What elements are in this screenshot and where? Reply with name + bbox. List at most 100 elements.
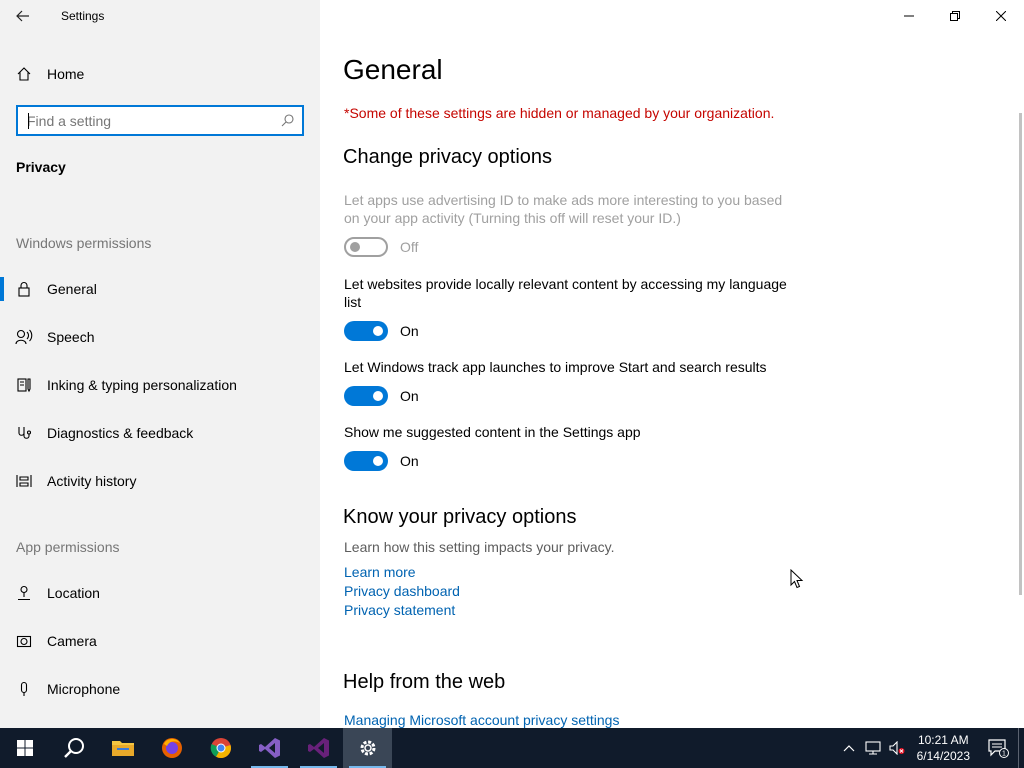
sidebar-item-camera[interactable]: Camera [0,621,320,661]
settings-taskbar-button[interactable] [343,728,392,768]
language-list-toggle[interactable] [344,321,388,341]
sidebar-item-label: Diagnostics & feedback [47,425,194,441]
sidebar-item-speech[interactable]: Speech [0,317,320,357]
minimize-button[interactable] [886,0,932,32]
back-button[interactable] [0,0,46,32]
text-caret [28,113,29,129]
advertising-id-description: Let apps use advertising ID to make ads … [344,192,783,226]
microphone-icon [0,681,47,697]
clock-time: 10:21 AM [917,733,969,747]
volume-button[interactable] [885,728,909,768]
group-label-app-permissions: App permissions [16,539,120,555]
action-center-icon: 1 [988,739,1009,758]
network-icon [865,741,881,755]
location-icon [0,585,47,601]
sidebar-item-label: Inking & typing personalization [47,377,237,393]
page-title: General [343,54,443,85]
speech-icon [0,329,47,345]
advertising-id-toggle-row: Off [344,237,418,257]
advertising-id-toggle [344,237,388,257]
toggle-state-label: On [400,388,419,404]
firefox-button[interactable] [147,728,196,768]
toggle-state-label: Off [400,239,419,255]
inking-icon [0,377,47,393]
chevron-up-icon [843,745,855,752]
suggested-content-toggle[interactable] [344,451,388,471]
privacy-dashboard-link[interactable]: Privacy dashboard [344,583,460,599]
know-privacy-description: Learn how this setting impacts your priv… [344,539,615,555]
sidebar-item-microphone[interactable]: Microphone [0,669,320,709]
app-launches-toggle-row: On [344,386,419,406]
back-arrow-icon [16,10,29,22]
camera-icon [0,633,47,649]
clock-date: 6/14/2023 [916,749,970,763]
minimize-icon [904,15,914,17]
diagnostics-icon [0,425,47,441]
sidebar-item-label: General [47,281,97,297]
search-box[interactable] [16,105,304,136]
firefox-icon [161,738,182,758]
clock[interactable]: 10:21 AM 6/14/2023 [909,732,978,764]
sidebar-item-label: Location [47,585,100,601]
sidebar-item-general[interactable]: General [0,269,320,309]
lock-icon [0,281,47,297]
show-desktop-button[interactable] [1018,728,1024,768]
managing-privacy-link[interactable]: Managing Microsoft account privacy setti… [344,712,619,728]
network-button[interactable] [861,728,885,768]
start-icon [16,740,33,756]
visual-studio-2-icon [307,738,329,758]
change-privacy-heading: Change privacy options [343,146,553,168]
start-button[interactable] [0,728,49,768]
notification-count: 1 [1002,751,1006,758]
search-input[interactable] [27,112,281,129]
file-explorer-button[interactable] [98,728,147,768]
taskbar-search-button[interactable] [49,728,98,768]
visual-studio-2-button[interactable] [294,728,343,768]
selection-indicator [0,277,4,301]
taskbar: 10:21 AM 6/14/2023 1 [0,728,1024,768]
managed-notice: *Some of these settings are hidden or ma… [344,105,775,121]
sidebar-item-location[interactable]: Location [0,573,320,613]
suggested-content-description: Show me suggested content in the Setting… [344,424,641,440]
restore-button[interactable] [932,0,978,32]
learn-more-link[interactable]: Learn more [344,564,416,580]
show-hidden-icons-button[interactable] [837,728,861,768]
sidebar-item-label: Activity history [47,473,137,489]
chrome-button[interactable] [196,728,245,768]
app-launches-toggle[interactable] [344,386,388,406]
sidebar: Settings Home Privacy Windows permission… [0,0,320,728]
sidebar-item-label: Microphone [47,681,121,697]
restore-icon [950,11,960,21]
app-title: Settings [61,9,105,23]
app-launches-description: Let Windows track app launches to improv… [344,359,767,375]
privacy-statement-link[interactable]: Privacy statement [344,602,455,618]
section-title: Privacy [16,159,66,175]
sidebar-item-label: Camera [47,633,97,649]
title-bar-left: Settings [0,0,320,32]
sidebar-item-diagnostics[interactable]: Diagnostics & feedback [0,413,320,453]
chrome-icon [210,738,231,759]
sidebar-item-label: Home [47,66,85,82]
visual-studio-icon [258,738,280,758]
home-icon [0,66,47,82]
search-icon[interactable] [281,114,294,127]
scrollbar[interactable] [1019,113,1022,595]
close-icon [996,11,1006,21]
sidebar-item-home[interactable]: Home [0,58,320,90]
visual-studio-button[interactable] [245,728,294,768]
sidebar-item-label: Speech [47,329,95,345]
toggle-state-label: On [400,453,419,469]
sidebar-item-activity-history[interactable]: Activity history [0,461,320,501]
help-from-web-heading: Help from the web [343,671,506,693]
close-button[interactable] [978,0,1024,32]
language-list-toggle-row: On [344,321,419,341]
search-icon [63,738,84,758]
settings-gear-icon [360,740,375,756]
action-center-button[interactable]: 1 [978,728,1018,768]
sidebar-item-inking[interactable]: Inking & typing personalization [0,365,320,405]
toggle-state-label: On [400,323,419,339]
activity-history-icon [0,473,47,489]
mouse-cursor-icon [790,568,804,594]
volume-muted-icon [889,741,905,755]
system-tray: 10:21 AM 6/14/2023 1 [837,728,1024,768]
